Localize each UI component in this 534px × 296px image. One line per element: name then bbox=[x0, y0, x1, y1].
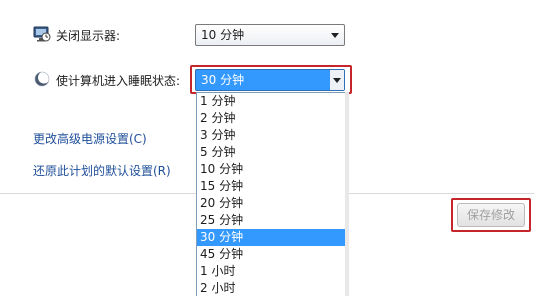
dropdown-option[interactable]: 2 分钟 bbox=[197, 110, 346, 127]
dropdown-option[interactable]: 3 分钟 bbox=[197, 127, 346, 144]
monitor-icon bbox=[33, 25, 51, 43]
advanced-power-settings-link[interactable]: 更改高级电源设置(C) bbox=[33, 130, 147, 147]
dropdown-option[interactable]: 10 分钟 bbox=[197, 161, 346, 178]
dropdown-option[interactable]: 25 分钟 bbox=[197, 212, 346, 229]
dropdown-option-selected[interactable]: 30 分钟 bbox=[197, 229, 346, 246]
restore-defaults-link[interactable]: 还原此计划的默认设置(R) bbox=[33, 162, 171, 179]
display-off-select[interactable]: 10 分钟 bbox=[195, 24, 345, 46]
sleep-label: 使计算机进入睡眠状态: bbox=[56, 74, 181, 88]
sleep-value: 30 分钟 bbox=[201, 73, 245, 87]
dropdown-option[interactable]: 5 分钟 bbox=[197, 144, 346, 161]
sleep-dropdown-list: 1 分钟 2 分钟 3 分钟 5 分钟 10 分钟 15 分钟 20 分钟 25… bbox=[196, 92, 347, 296]
chevron-down-icon bbox=[331, 33, 339, 38]
dropdown-option[interactable]: 2 小时 bbox=[197, 280, 346, 296]
display-off-value: 10 分钟 bbox=[201, 28, 245, 42]
dropdown-option[interactable]: 1 分钟 bbox=[197, 93, 346, 110]
dropdown-option[interactable]: 15 分钟 bbox=[197, 178, 346, 195]
sleep-select[interactable]: 30 分钟 bbox=[195, 69, 345, 91]
save-button[interactable]: 保存修改 bbox=[457, 203, 525, 227]
dropdown-option[interactable]: 20 分钟 bbox=[197, 195, 346, 212]
display-off-label: 关闭显示器: bbox=[56, 29, 121, 43]
dropdown-option[interactable]: 45 分钟 bbox=[197, 246, 346, 263]
dropdown-scrollbar[interactable] bbox=[345, 92, 349, 296]
moon-icon bbox=[33, 70, 51, 88]
dropdown-option[interactable]: 1 小时 bbox=[197, 263, 346, 280]
chevron-down-icon bbox=[333, 78, 341, 83]
